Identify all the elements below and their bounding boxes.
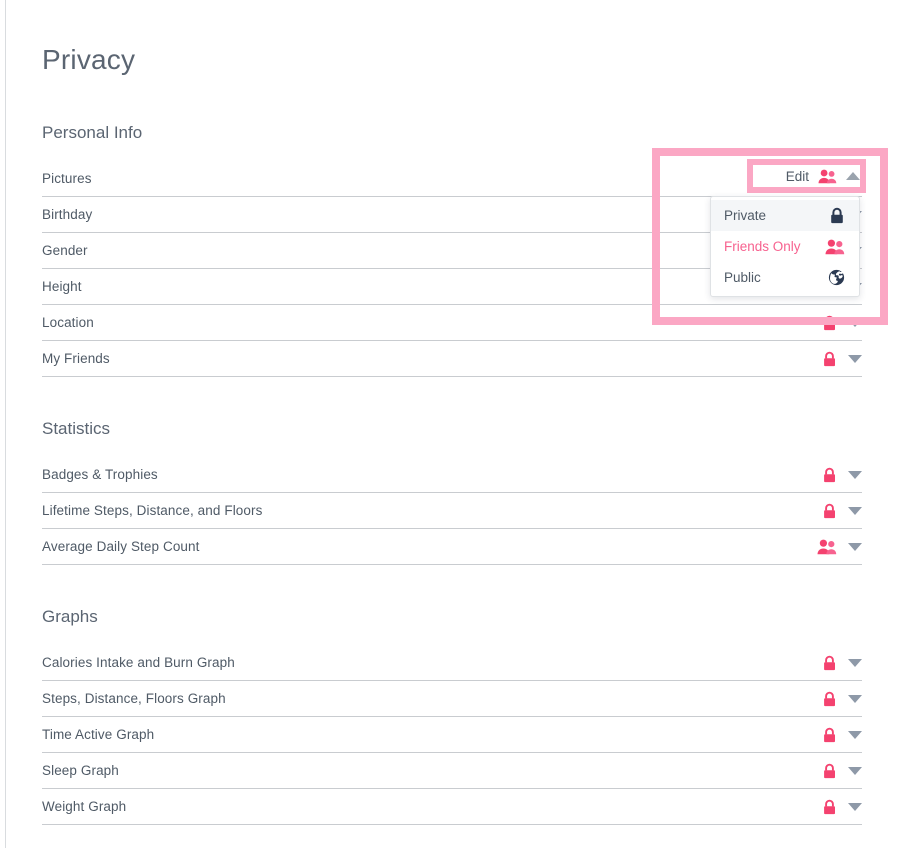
dropdown-option-friends-only[interactable]: Friends Only [711,231,859,262]
privacy-row[interactable]: Steps, Distance, Floors Graph [42,681,862,717]
privacy-row[interactable]: Lifetime Steps, Distance, and Floors [42,493,862,529]
privacy-row-controls[interactable] [817,529,862,565]
privacy-row[interactable]: Location [42,305,862,341]
privacy-row[interactable]: Sleep Graph [42,753,862,789]
section-title: Statistics [42,419,111,438]
privacy-row-label: Steps, Distance, Floors Graph [42,690,226,706]
lock-icon [822,727,837,743]
friends-icon [817,539,837,555]
caret-down-icon[interactable] [848,355,862,363]
lock-icon [822,467,837,483]
caret-down-icon[interactable] [848,767,862,775]
privacy-row-label: Time Active Graph [42,726,155,742]
caret-down-icon[interactable] [848,731,862,739]
privacy-row-controls[interactable] [822,681,862,717]
edit-privacy-button[interactable]: Edit [753,165,860,187]
dropdown-option-public[interactable]: Public [711,262,859,293]
privacy-row-controls[interactable] [822,789,862,825]
lock-icon [829,207,845,224]
privacy-row-label: Weight Graph [42,798,127,814]
privacy-row-controls[interactable] [822,341,862,377]
caret-down-icon[interactable] [848,319,862,327]
lock-icon [822,763,837,779]
privacy-row-label: Gender [42,242,88,258]
privacy-row[interactable]: My Friends [42,341,862,377]
privacy-row-label: Average Daily Step Count [42,538,200,554]
privacy-row-label: Badges & Trophies [42,466,158,482]
dropdown-option-label: Friends Only [724,239,801,254]
dropdown-option-label: Private [724,208,767,223]
privacy-row[interactable]: Average Daily Step Count [42,529,862,565]
friends-icon [818,169,837,184]
privacy-row-controls[interactable] [822,753,862,789]
privacy-row-label: Height [42,278,82,294]
section-title: Graphs [42,607,98,626]
dropdown-option-label: Public [724,270,761,285]
privacy-dropdown-menu[interactable]: Private Friends Only Public [710,196,860,297]
privacy-row[interactable]: Badges & Trophies [42,457,862,493]
friends-icon [825,239,845,255]
caret-down-icon[interactable] [848,471,862,479]
section-graphs: Graphs Calories Intake and Burn Graph Step… [42,606,862,825]
privacy-row-label: My Friends [42,350,110,366]
caret-down-icon[interactable] [848,659,862,667]
privacy-row-label: Pictures [42,170,92,186]
caret-down-icon[interactable] [848,543,862,551]
lock-icon [822,503,837,519]
caret-down-icon[interactable] [848,695,862,703]
section-statistics: Statistics Badges & Trophies Lifetime Step… [42,418,862,565]
caret-down-icon[interactable] [848,507,862,515]
privacy-row-label: Sleep Graph [42,762,119,778]
privacy-row[interactable]: Pictures [42,161,862,197]
section-title: Personal Info [42,123,143,142]
globe-icon [828,269,845,286]
privacy-row-controls[interactable] [822,645,862,681]
lock-icon [822,351,837,367]
lock-icon [822,655,837,671]
privacy-row-label: Calories Intake and Burn Graph [42,654,235,670]
lock-icon [822,799,837,815]
lock-icon [822,691,837,707]
privacy-settings-page: Privacy Personal Info Pictures Birthday Gen… [0,0,900,848]
privacy-row[interactable]: Calories Intake and Burn Graph [42,645,862,681]
lock-icon [822,315,837,331]
privacy-row[interactable]: Time Active Graph [42,717,862,753]
privacy-row-controls[interactable] [822,457,862,493]
caret-up-icon [846,172,860,180]
privacy-row-label: Birthday [42,206,93,222]
page-title: Privacy [42,44,136,75]
dropdown-option-private[interactable]: Private [711,200,859,231]
privacy-row-label: Lifetime Steps, Distance, and Floors [42,502,263,518]
privacy-row-controls[interactable] [822,717,862,753]
edit-button-label: Edit [785,168,809,184]
privacy-row-label: Location [42,314,94,330]
privacy-row-controls[interactable] [822,305,862,341]
privacy-row-controls[interactable] [822,493,862,529]
caret-down-icon[interactable] [848,803,862,811]
privacy-row[interactable]: Weight Graph [42,789,862,825]
